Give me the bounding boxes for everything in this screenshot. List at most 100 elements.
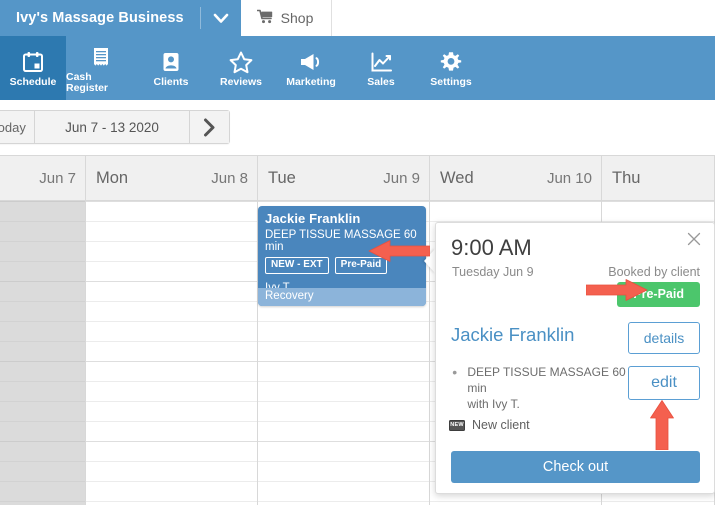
grid-line — [258, 421, 429, 422]
top-bar: Ivy's Massage Business Shop — [0, 0, 715, 36]
grid-line — [258, 501, 429, 502]
grid-line — [86, 261, 257, 262]
popup-service-staff: with Ivy T. — [467, 396, 520, 411]
grid-line — [86, 441, 257, 442]
nav-item-sales-label: Sales — [367, 76, 395, 89]
calendar-header-date: Jun 8 — [211, 169, 248, 187]
calendar-header-dow: Mon — [96, 168, 129, 187]
calendar-column-mon[interactable] — [86, 201, 258, 505]
line-chart-icon — [370, 50, 393, 74]
grid-line — [86, 341, 257, 342]
business-name: Ivy's Massage Business — [16, 10, 184, 26]
nav-filler — [486, 36, 715, 100]
annotation-arrow-appointment-badge — [368, 240, 430, 262]
calendar-header: Jun 7 Mon Jun 8 Tue Jun 9 Wed Jun 10 Thu — [0, 155, 715, 201]
main-nav: Schedule Cash Register Clients Reviews M… — [0, 36, 715, 100]
calendar-header-date: Jun 7 — [39, 169, 76, 187]
shopping-cart-icon — [256, 9, 274, 27]
grid-line — [0, 501, 85, 502]
new-client-icon: NEW — [449, 419, 465, 431]
grid-line — [86, 221, 257, 222]
check-out-button[interactable]: Check out — [451, 451, 700, 483]
tab-shop[interactable]: Shop — [240, 0, 332, 36]
popup-new-client-label: New client — [472, 418, 530, 433]
chevron-down-icon — [213, 13, 229, 24]
grid-line — [0, 341, 85, 342]
megaphone-icon — [299, 50, 323, 74]
nav-item-marketing[interactable]: Marketing — [276, 36, 346, 100]
calendar-icon — [22, 50, 44, 74]
app-root: Ivy's Massage Business Shop Schedule Cas… — [0, 0, 715, 505]
grid-line — [0, 281, 85, 282]
grid-line — [602, 501, 714, 502]
grid-line — [258, 461, 429, 462]
nav-item-clients[interactable]: Clients — [136, 36, 206, 100]
grid-line — [0, 261, 85, 262]
appointment-room: Recovery — [258, 288, 426, 306]
nav-item-cash-register[interactable]: Cash Register — [66, 36, 136, 100]
nav-item-settings[interactable]: Settings — [416, 36, 486, 100]
calendar-header-date: Jun 9 — [383, 169, 420, 187]
status-badge-new: NEW - EXT — [265, 257, 329, 274]
chevron-right-icon — [203, 118, 216, 137]
calendar-header-cell: Mon Jun 8 — [86, 156, 258, 200]
grid-lines — [0, 201, 85, 505]
nav-item-schedule-label: Schedule — [9, 76, 57, 89]
nav-item-reviews[interactable]: Reviews — [206, 36, 276, 100]
calendar-column-sun[interactable] — [0, 201, 86, 505]
popup-client-name: Jackie Franklin — [451, 324, 575, 345]
nav-item-sales[interactable]: Sales — [346, 36, 416, 100]
grid-line — [86, 481, 257, 482]
grid-line — [86, 241, 257, 242]
close-icon — [687, 232, 701, 251]
nav-item-schedule[interactable]: Schedule — [0, 36, 66, 100]
grid-line — [86, 281, 257, 282]
grid-line — [0, 321, 85, 322]
details-button[interactable]: details — [628, 322, 700, 354]
nav-item-clients-label: Clients — [153, 76, 189, 89]
list-item: • DEEP TISSUE MASSAGE 60 min with Ivy T. — [449, 365, 639, 412]
close-button[interactable] — [684, 231, 704, 251]
list-item: NEW New client — [449, 418, 639, 432]
grid-lines — [86, 201, 257, 505]
grid-line — [0, 301, 85, 302]
grid-line — [258, 401, 429, 402]
grid-line — [430, 201, 601, 202]
popup-time: 9:00 AM — [451, 235, 532, 260]
receipt-icon — [90, 45, 112, 69]
grid-line — [0, 361, 85, 362]
grid-line — [86, 461, 257, 462]
grid-line — [0, 421, 85, 422]
calendar-header-cell: Thu — [602, 156, 715, 200]
grid-line — [86, 381, 257, 382]
date-range-label[interactable]: Jun 7 - 13 2020 — [35, 111, 190, 143]
grid-line — [258, 321, 429, 322]
grid-line — [602, 201, 714, 202]
grid-line — [258, 361, 429, 362]
grid-line — [430, 501, 601, 502]
next-week-button[interactable] — [190, 111, 229, 143]
grid-line — [86, 501, 257, 502]
grid-line — [86, 401, 257, 402]
nav-item-reviews-label: Reviews — [219, 76, 263, 89]
popup-service-list: • DEEP TISSUE MASSAGE 60 min with Ivy T.… — [449, 365, 639, 432]
grid-line — [0, 401, 85, 402]
grid-line — [258, 441, 429, 442]
grid-line — [86, 361, 257, 362]
bullet-icon: • — [452, 364, 458, 380]
calendar-header-dow: Tue — [268, 168, 296, 187]
grid-line — [0, 481, 85, 482]
grid-line — [86, 201, 257, 202]
tab-shop-label: Shop — [280, 10, 314, 26]
date-navigation-group: Today Jun 7 - 13 2020 — [0, 110, 230, 144]
nav-item-settings-label: Settings — [430, 76, 472, 89]
grid-line — [0, 241, 85, 242]
business-dropdown-toggle[interactable] — [201, 0, 241, 36]
calendar-header-cell: Tue Jun 9 — [258, 156, 430, 200]
popup-date: Tuesday Jun 9 — [452, 265, 534, 279]
grid-line — [86, 301, 257, 302]
today-button[interactable]: Today — [0, 111, 35, 143]
gear-icon — [440, 50, 462, 74]
grid-line — [0, 201, 85, 202]
calendar-header-date: Jun 10 — [546, 169, 592, 187]
